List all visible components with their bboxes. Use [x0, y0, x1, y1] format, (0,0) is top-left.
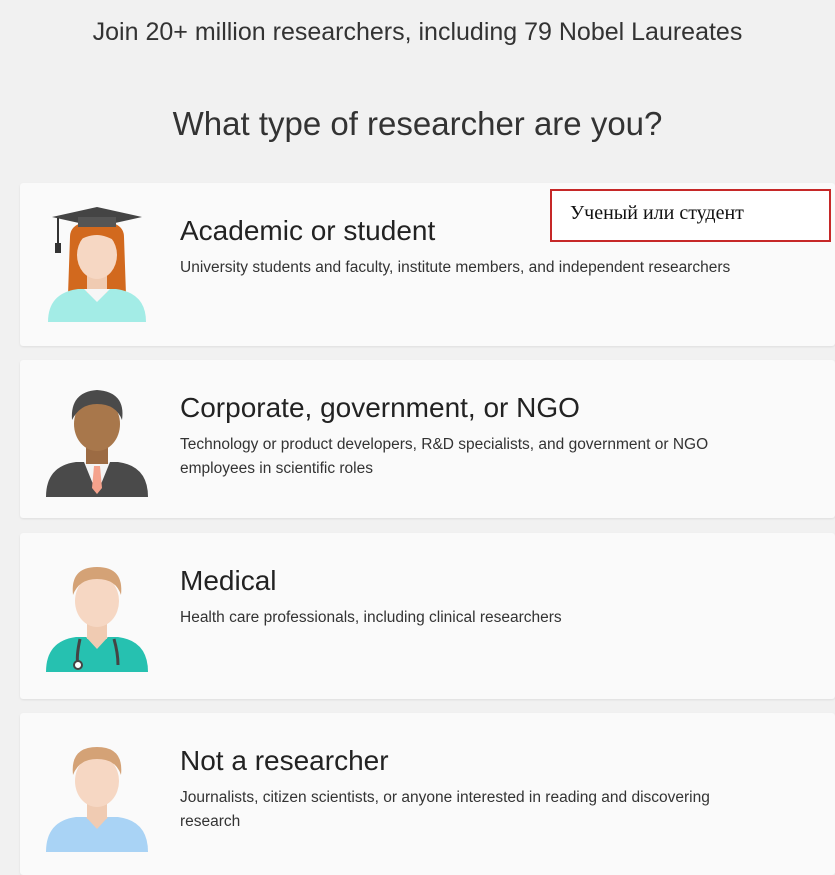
- option-description: Technology or product developers, R&D sp…: [180, 436, 709, 477]
- translation-annotation: Ученый или студент: [550, 189, 831, 242]
- option-title: Academic or student: [180, 215, 436, 246]
- join-text: Join 20+ million researchers, including …: [92, 18, 743, 46]
- option-title: Corporate, government, or NGO: [180, 392, 580, 423]
- option-medical-card[interactable]: Medical Health care professionals, inclu…: [20, 533, 835, 699]
- option-title: Medical: [180, 565, 277, 596]
- option-description: Journalists, citizen scientists, or anyo…: [180, 789, 710, 830]
- medical-avatar-icon: [44, 557, 150, 672]
- option-title: Not a researcher: [180, 745, 389, 776]
- option-not-researcher-card[interactable]: Not a researcher Journalists, citizen sc…: [20, 713, 835, 875]
- option-description: Health care professionals, including cli…: [180, 609, 562, 626]
- page-title: What type of researcher are you?: [172, 105, 663, 142]
- option-description: University students and faculty, institu…: [180, 259, 731, 276]
- person-avatar-icon: [44, 737, 150, 852]
- corporate-avatar-icon: [44, 382, 150, 497]
- academic-avatar-icon: [44, 207, 150, 322]
- option-corporate-card[interactable]: Corporate, government, or NGO Technology…: [20, 360, 835, 518]
